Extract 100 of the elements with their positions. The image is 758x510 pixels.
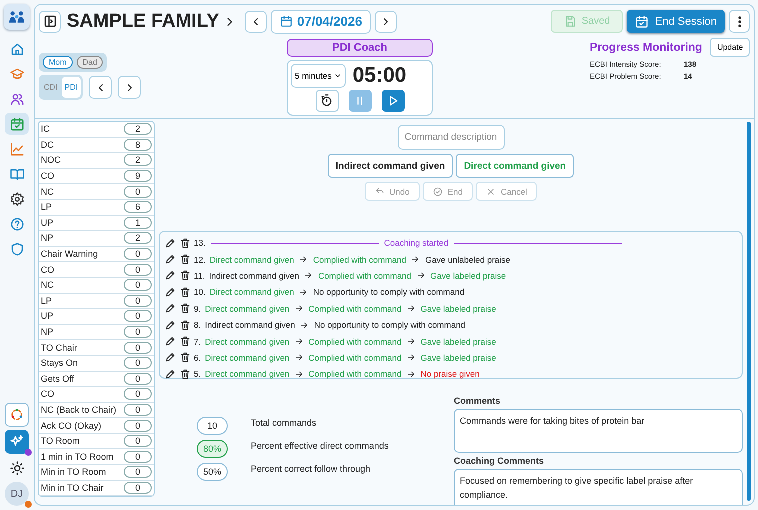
delete-icon[interactable] xyxy=(180,238,191,249)
counter-label: Stays On xyxy=(41,358,80,368)
arrow-right-icon xyxy=(300,320,310,330)
calendar-icon xyxy=(10,116,24,132)
counter-value: 0 xyxy=(124,388,152,400)
delete-icon[interactable] xyxy=(180,270,191,282)
edit-icon[interactable] xyxy=(165,270,176,282)
sidebar-toggle-button[interactable] xyxy=(39,10,61,32)
counter-label: NC xyxy=(41,280,55,290)
comment-label: Comments xyxy=(454,396,502,406)
arrow-right-icon xyxy=(294,337,304,346)
edit-icon[interactable] xyxy=(165,368,176,380)
end-session-button[interactable]: End Session xyxy=(627,10,725,33)
delete-icon[interactable] xyxy=(180,286,191,298)
counter-value: 0 xyxy=(124,248,152,260)
more-menu-button[interactable] xyxy=(729,10,750,33)
log-step: Direct command given xyxy=(210,287,294,298)
stat-value: 50% xyxy=(197,463,228,481)
stat-label: Total commands xyxy=(251,418,317,428)
log-step: No opportunity to comply with command xyxy=(314,320,466,330)
log-step: Direct command given xyxy=(205,369,290,380)
comment-field[interactable]: Focused on remembering to give specific label praise after compliance. xyxy=(454,469,743,505)
arrow-right-icon xyxy=(406,337,416,346)
counter-label: LP xyxy=(41,296,54,306)
chevron-down-icon xyxy=(334,72,342,80)
parent-tab[interactable]: Dad xyxy=(76,56,104,69)
edit-icon[interactable] xyxy=(165,352,176,364)
timer-reset-icon xyxy=(320,94,334,108)
counter-label: NC (Back to Chair) xyxy=(41,404,118,415)
log-step: Gave labeled praise xyxy=(420,336,496,347)
log-step: No praise given xyxy=(420,369,480,380)
delete-icon[interactable] xyxy=(180,254,191,266)
entry-number: 8. xyxy=(194,320,202,330)
counter-value: 0 xyxy=(124,310,152,322)
counter-label: 1 min in TO Room xyxy=(41,452,115,462)
counter-value: 0 xyxy=(124,466,152,478)
entry-number: 10. xyxy=(194,287,206,298)
log-step: Gave labeled praise xyxy=(420,304,496,314)
help-icon xyxy=(10,216,24,232)
undo-icon xyxy=(374,186,385,196)
settings-icon xyxy=(10,192,24,206)
arrow-right-icon xyxy=(416,271,426,280)
comment-field[interactable]: Commands were for taking bites of protein bar xyxy=(454,409,743,453)
command-choice-button[interactable]: Indirect command given xyxy=(328,154,454,178)
delete-icon[interactable] xyxy=(180,368,191,380)
edit-icon[interactable] xyxy=(165,254,176,266)
counter-label: Chair Warning xyxy=(41,249,100,260)
ring-logo-icon xyxy=(9,407,25,423)
arrow-right-icon xyxy=(294,370,304,379)
arrow-right-icon xyxy=(299,255,308,264)
user-avatar[interactable]: DJ xyxy=(5,482,29,506)
counter-label: NP xyxy=(41,327,55,338)
log-step: Complied with command xyxy=(313,254,406,265)
edit-icon[interactable] xyxy=(165,286,176,298)
ai-button[interactable] xyxy=(5,430,29,454)
arrow-right-icon xyxy=(406,304,416,314)
stat-label: Percent effective direct commands xyxy=(251,441,389,451)
counter-value: 0 xyxy=(124,482,152,494)
reset-timer-button[interactable] xyxy=(316,90,338,112)
edit-icon[interactable] xyxy=(165,238,176,249)
mode-tab[interactable]: CDI xyxy=(41,77,61,98)
counter-label: CO xyxy=(41,389,56,400)
date-button[interactable]: 07/04/2026 xyxy=(271,10,372,34)
book-icon xyxy=(10,166,24,182)
delete-icon[interactable] xyxy=(180,303,191,314)
duration-select[interactable]: 5 minutes xyxy=(291,64,346,88)
coaching-marker: Coaching started xyxy=(384,238,449,248)
delete-icon[interactable] xyxy=(180,320,191,331)
entry-number: 12. xyxy=(194,254,206,265)
play-button[interactable] xyxy=(382,90,404,112)
stat-value: 80% xyxy=(197,440,228,458)
coach-badge: PDI Coach xyxy=(287,39,433,57)
counter-value: 0 xyxy=(124,450,152,463)
app-logo[interactable] xyxy=(4,4,30,30)
scrollbar[interactable] xyxy=(747,122,751,501)
counter-value: 2 xyxy=(124,123,152,136)
log-step: Gave labeled praise xyxy=(420,352,496,363)
delete-icon[interactable] xyxy=(180,352,191,364)
counter-label: Ack CO (Okay) xyxy=(41,420,103,431)
counter-label: NP xyxy=(41,233,55,244)
counter-label: CO xyxy=(41,264,56,275)
command-description-field[interactable]: Command description xyxy=(398,125,504,150)
log-step: Complied with command xyxy=(308,352,402,363)
counter-label: Min in TO Chair xyxy=(41,482,105,493)
counter-value: 0 xyxy=(124,326,152,338)
parent-tab[interactable]: Mom xyxy=(43,56,73,69)
edit-icon[interactable] xyxy=(165,320,176,331)
counter-label: LP xyxy=(41,202,54,212)
arrow-right-icon xyxy=(406,353,416,362)
edit-icon[interactable] xyxy=(165,336,176,348)
update-button[interactable]: Update xyxy=(710,38,750,57)
counter-label: TO Room xyxy=(41,436,81,446)
stat-value: 10 xyxy=(197,417,228,435)
edit-icon[interactable] xyxy=(165,303,176,314)
command-choice-button[interactable]: Direct command given xyxy=(456,154,574,178)
entry-number: 7. xyxy=(194,336,202,347)
mode-tab[interactable]: PDI xyxy=(62,77,82,98)
log-step: Direct command given xyxy=(205,336,290,347)
comment-label: Coaching Comments xyxy=(454,456,546,466)
delete-icon[interactable] xyxy=(180,336,191,348)
